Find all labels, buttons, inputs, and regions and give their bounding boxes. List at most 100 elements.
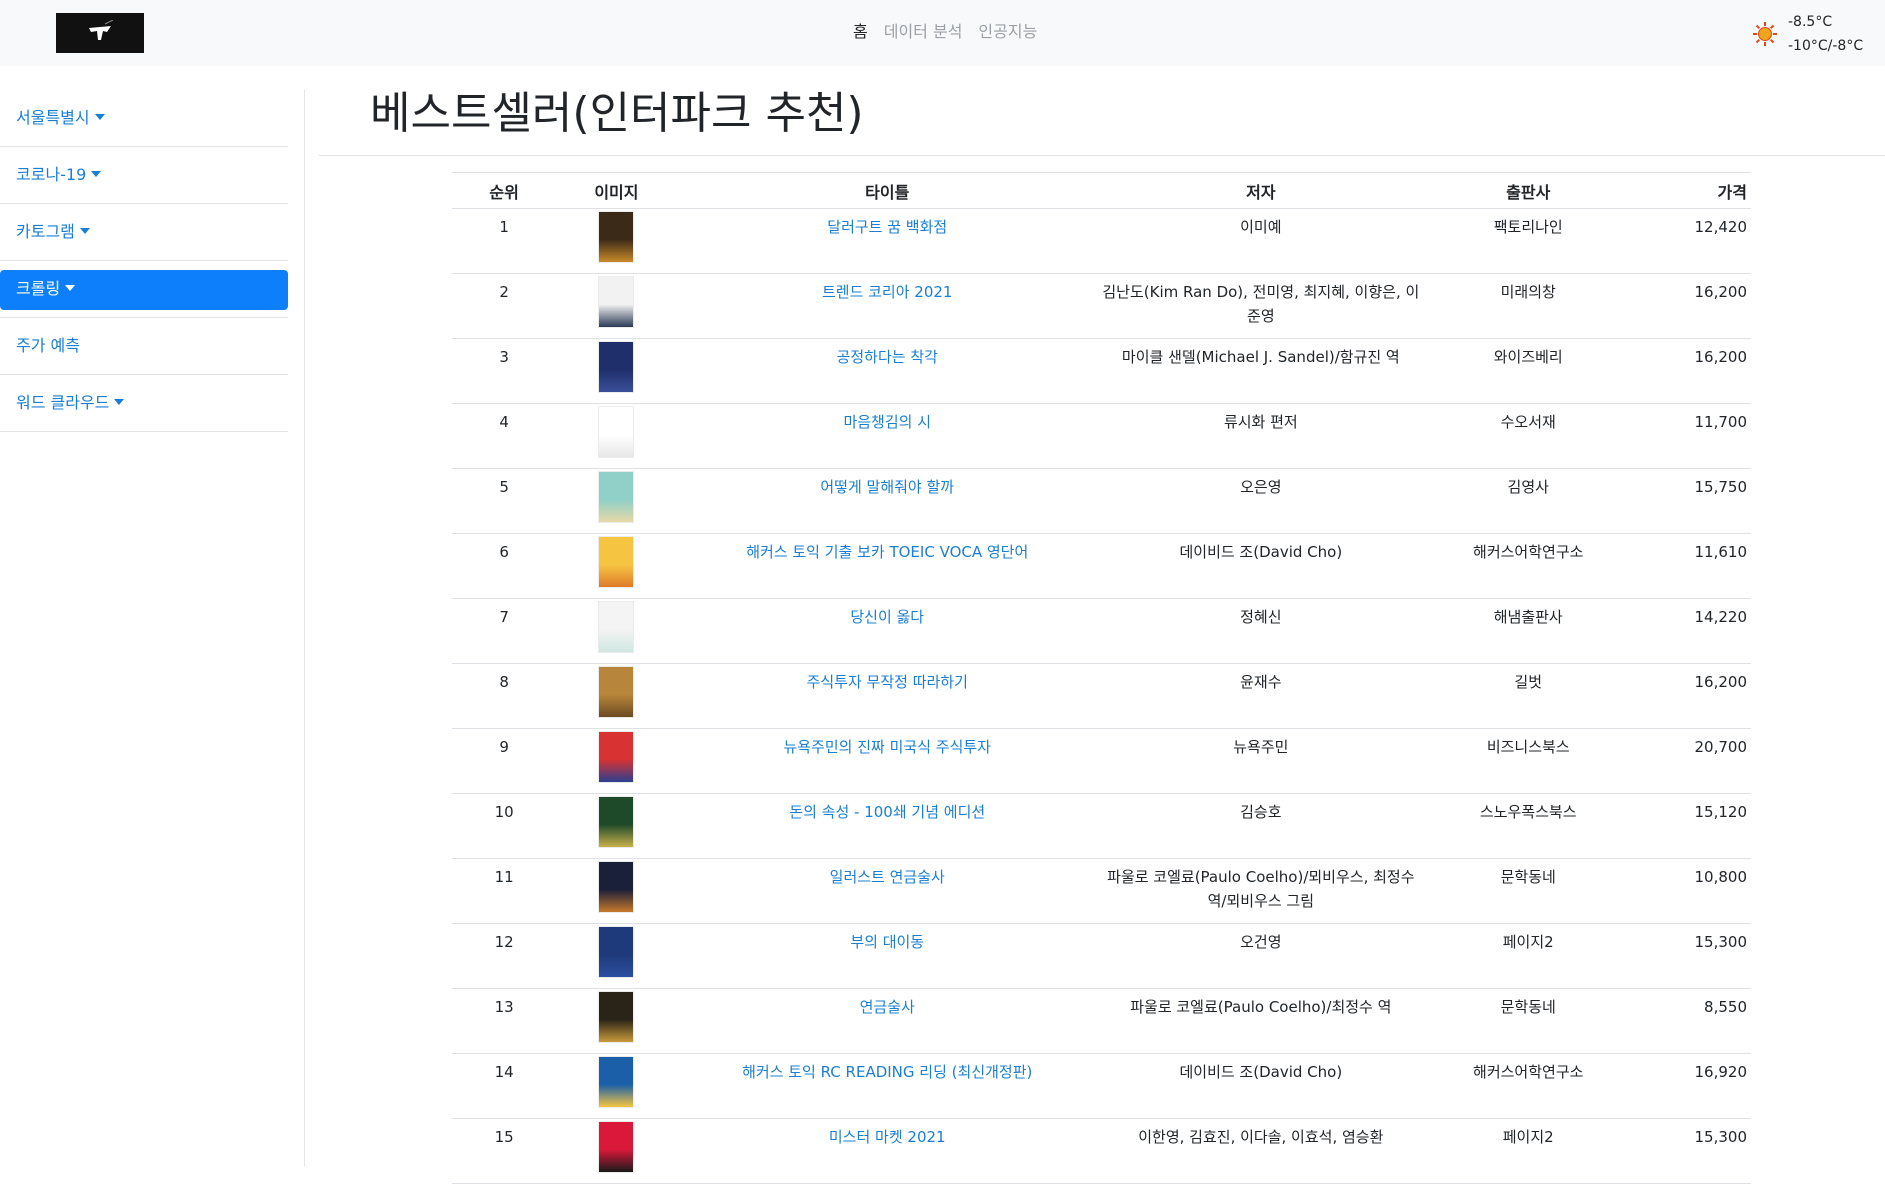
cell-author: 파울로 코엘료(Paulo Coelho)/최정수 역	[1097, 988, 1424, 1054]
sidebar-item-label: 주가 예측	[16, 336, 80, 355]
cell-price: 15,750	[1632, 468, 1751, 534]
book-title-link[interactable]: 미스터 마켓 2021	[829, 1128, 946, 1146]
book-title-link[interactable]: 트렌드 코리아 2021	[822, 283, 953, 301]
book-cover-image[interactable]	[599, 472, 634, 522]
weather-temp-range: -10°C/-8°C	[1788, 38, 1864, 54]
book-cover-image[interactable]	[599, 407, 634, 457]
table-row: 1 달러구트 꿈 백화점 이미예 팩토리나인 12,420	[452, 208, 1751, 274]
bestseller-table: 순위 이미지 타이틀 저자 출판사 가격 1 달러구트 꿈 백화점 이미예 팩토리나인…	[452, 172, 1751, 1184]
sidebar-item-label: 코로나-19	[16, 165, 87, 184]
cell-price: 15,120	[1632, 793, 1751, 859]
table-row: 12 부의 대이동 오건영 페이지2 15,300	[452, 923, 1751, 989]
nav-link-home[interactable]: 홈	[853, 20, 868, 44]
book-title-link[interactable]: 당신이 옳다	[850, 608, 924, 626]
cell-price: 15,300	[1632, 1118, 1751, 1184]
book-title-link[interactable]: 해커스 토익 RC READING 리딩 (최신개정판)	[742, 1063, 1032, 1081]
book-cover-image[interactable]	[599, 667, 634, 717]
book-cover-image[interactable]	[599, 927, 634, 977]
table-row: 13 연금술사 파울로 코엘료(Paulo Coelho)/최정수 역 문학동네 8,5…	[452, 988, 1751, 1054]
sidebar-link-wordcloud[interactable]: 워드 클라우드	[0, 384, 288, 424]
cell-image	[556, 273, 677, 339]
book-cover-image[interactable]	[599, 602, 634, 652]
cell-title: 일러스트 연금술사	[676, 858, 1098, 924]
header-publisher: 출판사	[1423, 172, 1633, 209]
cell-title: 해커스 토익 RC READING 리딩 (최신개정판)	[676, 1053, 1098, 1119]
cell-title: 연금술사	[676, 988, 1098, 1054]
book-cover-image[interactable]	[599, 992, 634, 1042]
cell-author: 이한영, 김효진, 이다솔, 이효석, 염승환	[1097, 1118, 1424, 1184]
cell-image	[556, 1118, 677, 1184]
cell-rank: 2	[452, 273, 557, 339]
cell-image	[556, 728, 677, 794]
cell-rank: 9	[452, 728, 557, 794]
cell-author: 윤재수	[1097, 663, 1424, 729]
cell-publisher: 비즈니스북스	[1423, 728, 1633, 794]
caret-down-icon	[94, 114, 105, 120]
book-title-link[interactable]: 연금술사	[860, 998, 915, 1016]
book-title-link[interactable]: 돈의 속성 - 100쇄 기념 에디션	[789, 803, 985, 821]
cell-image	[556, 923, 677, 989]
cell-image	[556, 858, 677, 924]
cell-author: 마이클 샌델(Michael J. Sandel)/함규진 역	[1097, 338, 1424, 404]
cell-image	[556, 1053, 677, 1119]
cell-image	[556, 338, 677, 404]
caret-down-icon	[114, 399, 125, 405]
book-cover-image[interactable]	[599, 1057, 634, 1107]
cell-publisher: 문학동네	[1423, 858, 1633, 924]
cell-rank: 4	[452, 403, 557, 469]
cell-author: 오건영	[1097, 923, 1424, 989]
book-title-link[interactable]: 달러구트 꿈 백화점	[827, 218, 947, 236]
cell-author: 김난도(Kim Ran Do), 전미영, 최지혜, 이향은, 이준영	[1097, 273, 1424, 339]
book-cover-image[interactable]	[599, 537, 634, 587]
cell-rank: 11	[452, 858, 557, 924]
book-cover-image[interactable]	[599, 212, 634, 262]
cell-rank: 13	[452, 988, 557, 1054]
cell-author: 뉴욕주민	[1097, 728, 1424, 794]
cell-image	[556, 663, 677, 729]
sidebar-link-cartogram[interactable]: 카토그램	[0, 213, 288, 253]
cell-author: 데이비드 조(David Cho)	[1097, 1053, 1424, 1119]
cell-image	[556, 468, 677, 534]
table-row: 9 뉴욕주민의 진짜 미국식 주식투자 뉴욕주민 비즈니스북스 20,700	[452, 728, 1751, 794]
cell-publisher: 김영사	[1423, 468, 1633, 534]
sidebar-link-corona[interactable]: 코로나-19	[0, 156, 288, 196]
sidebar-item-label: 서울특별시	[16, 108, 90, 127]
book-cover-image[interactable]	[599, 862, 634, 912]
book-title-link[interactable]: 부의 대이동	[850, 933, 924, 951]
sidebar-link-stock-prediction[interactable]: 주가 예측	[0, 327, 288, 367]
book-title-link[interactable]: 일러스트 연금술사	[830, 868, 945, 886]
book-cover-image[interactable]	[599, 732, 634, 782]
cell-price: 12,420	[1632, 208, 1751, 274]
book-title-link[interactable]: 마음챙김의 시	[843, 413, 931, 431]
book-cover-image[interactable]	[599, 277, 634, 327]
cell-author: 오은영	[1097, 468, 1424, 534]
cell-rank: 7	[452, 598, 557, 664]
cell-price: 16,200	[1632, 663, 1751, 729]
book-title-link[interactable]: 해커스 토익 기출 보카 TOEIC VOCA 영단어	[746, 543, 1028, 561]
sidebar-item-corona: 코로나-19	[0, 147, 288, 204]
sidebar-item-cartogram: 카토그램	[0, 204, 288, 261]
cell-price: 15,300	[1632, 923, 1751, 989]
nav-link-data-analysis[interactable]: 데이터 분석	[884, 20, 963, 44]
book-cover-image[interactable]	[599, 797, 634, 847]
book-title-link[interactable]: 어떻게 말해줘야 할까	[820, 478, 954, 496]
book-title-link[interactable]: 공정하다는 착각	[837, 348, 938, 366]
site-logo[interactable]	[56, 13, 144, 53]
weather-readout: -8.5°C -10°C/-8°C	[1788, 10, 1863, 58]
cell-price: 11,700	[1632, 403, 1751, 469]
sidebar-link-seoul[interactable]: 서울특별시	[0, 99, 288, 139]
book-title-link[interactable]: 뉴욕주민의 진짜 미국식 주식투자	[783, 738, 991, 756]
book-cover-image[interactable]	[599, 342, 634, 392]
cell-price: 20,700	[1632, 728, 1751, 794]
sidebar-item-stock-prediction: 주가 예측	[0, 318, 288, 375]
nav-link-ai[interactable]: 인공지능	[978, 20, 1037, 44]
sidebar-item-crawling: 크롤링	[0, 261, 288, 318]
book-title-link[interactable]: 주식투자 무작정 따라하기	[807, 673, 968, 691]
sidebar-link-crawling[interactable]: 크롤링	[0, 270, 288, 310]
table-row: 8 주식투자 무작정 따라하기 윤재수 길벗 16,200	[452, 663, 1751, 729]
table-row: 14 해커스 토익 RC READING 리딩 (최신개정판) 데이비드 조(Dav…	[452, 1053, 1751, 1119]
book-cover-image[interactable]	[599, 1122, 634, 1172]
title-divider	[319, 155, 1885, 156]
cell-rank: 3	[452, 338, 557, 404]
cell-title: 마음챙김의 시	[676, 403, 1098, 469]
